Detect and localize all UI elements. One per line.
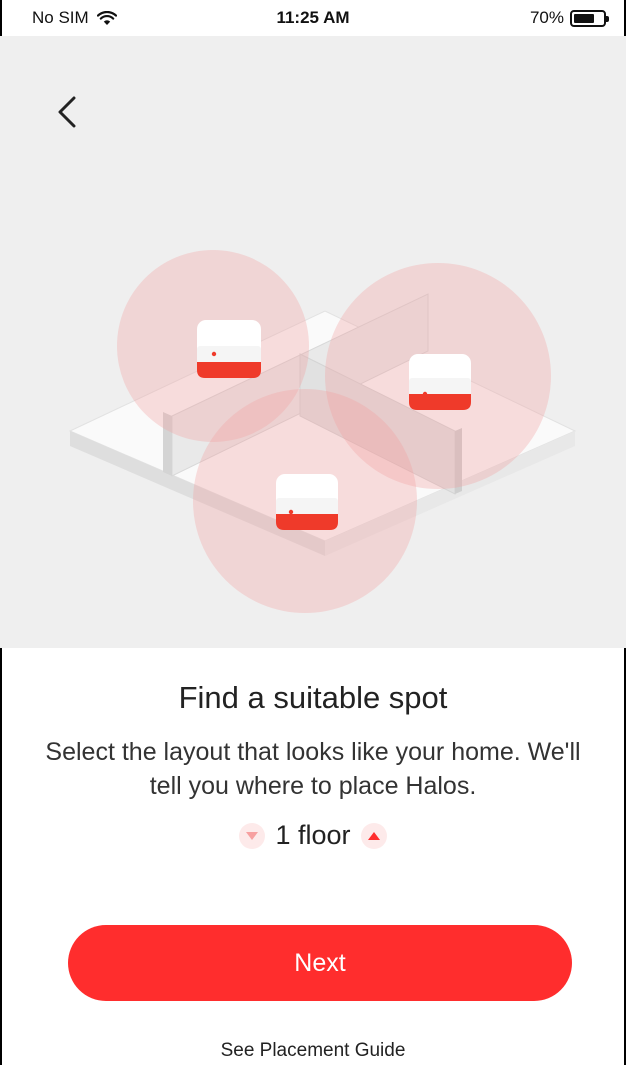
carrier-label: No SIM <box>32 8 89 27</box>
triangle-down-icon <box>246 831 259 840</box>
triangle-up-icon <box>367 831 380 840</box>
app-screen: No SIM 11:25 AM 70% Find a suitable spot… <box>0 0 626 1065</box>
next-button[interactable]: Next <box>68 925 572 1001</box>
back-button[interactable] <box>52 92 84 132</box>
chevron-left-icon <box>58 96 76 128</box>
battery-percent: 70% <box>529 8 564 27</box>
battery-icon <box>570 9 609 27</box>
page-description: Select the layout that looks like your h… <box>45 738 581 800</box>
status-bar: No SIM 11:25 AM 70% <box>0 0 626 36</box>
floor-selector: 1 floor <box>0 820 626 851</box>
status-left: No SIM <box>32 8 117 28</box>
floor-increase-button[interactable] <box>360 822 387 849</box>
battery-fill <box>574 13 594 23</box>
halo-unit-3-icon <box>276 474 338 530</box>
halo-unit-2-icon <box>409 354 471 410</box>
status-right: 70% <box>529 8 609 28</box>
floor-decrease-button[interactable] <box>239 822 266 849</box>
battery-cap <box>606 15 609 22</box>
halo-unit-1-icon <box>197 320 261 378</box>
floor-plan-illustration <box>68 250 577 613</box>
floor-count: 1 floor <box>275 820 351 850</box>
placement-guide-link[interactable]: See Placement Guide <box>0 1040 626 1062</box>
page-title: Find a suitable spot <box>178 680 448 715</box>
wifi-icon <box>96 10 117 25</box>
placement-illustration <box>0 36 626 648</box>
